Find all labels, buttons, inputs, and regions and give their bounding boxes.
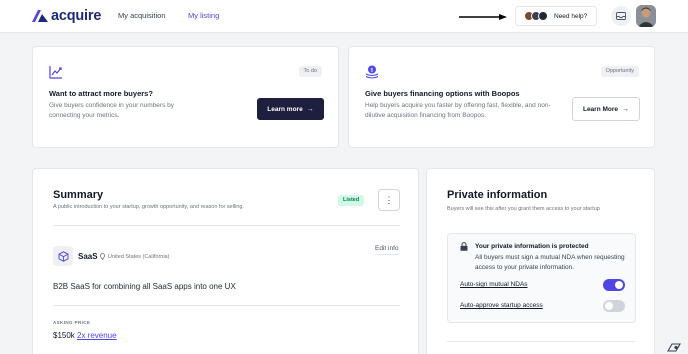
toggle-knob bbox=[615, 281, 623, 289]
chart-growth-icon bbox=[49, 66, 62, 79]
opportunity-badge: Opportunity bbox=[600, 66, 639, 77]
kebab-menu-icon: ⋮ bbox=[384, 194, 394, 205]
protected-description: All buyers must sign a mutual NDA when r… bbox=[475, 254, 625, 271]
divider bbox=[53, 305, 400, 306]
private-info-title: Private information bbox=[447, 189, 548, 201]
auto-approve-access-toggle[interactable] bbox=[603, 300, 625, 312]
acquire-logo-icon bbox=[32, 10, 48, 22]
divider bbox=[53, 225, 400, 226]
edit-info-link[interactable]: Edit info bbox=[375, 245, 399, 255]
financing-promo-card: $ Opportunity Give buyers financing opti… bbox=[348, 46, 655, 148]
private-information-card: Private information Buyers will see this… bbox=[426, 168, 655, 354]
helper-avatar bbox=[538, 11, 548, 21]
coin-stack-icon: $ bbox=[365, 65, 379, 79]
auto-sign-nda-toggle[interactable] bbox=[603, 279, 625, 291]
location-pin-icon bbox=[100, 253, 105, 260]
summary-description: A public introduction to your startup, g… bbox=[53, 204, 244, 210]
arrow-right-icon: → bbox=[622, 105, 630, 113]
acquire-logo[interactable]: acquire bbox=[32, 8, 102, 24]
summary-card: Summary A public introduction to your st… bbox=[32, 168, 419, 354]
saas-category-icon bbox=[53, 246, 73, 266]
todo-badge: To do bbox=[298, 66, 322, 77]
top-header: acquire My acquisition My listing Need h… bbox=[0, 0, 688, 33]
protected-title: Your private information is protected bbox=[475, 243, 589, 250]
auto-sign-nda-label[interactable]: Auto-sign mutual NDAs bbox=[460, 281, 528, 288]
protection-notice: Your private information is protected Al… bbox=[447, 233, 636, 323]
learn-more-label: Learn more bbox=[267, 105, 303, 113]
lock-icon bbox=[460, 242, 468, 251]
more-options-button[interactable]: ⋮ bbox=[378, 189, 400, 211]
learn-more-button[interactable]: Learn More → bbox=[572, 97, 640, 121]
asking-price-value: $150k bbox=[53, 331, 75, 340]
need-help-label: Need help? bbox=[554, 12, 588, 20]
user-avatar[interactable] bbox=[636, 5, 656, 27]
metrics-promo-card: To do Want to attract more buyers? Give … bbox=[32, 46, 339, 148]
nav-my-listing[interactable]: My listing bbox=[188, 11, 219, 20]
listed-badge: Listed bbox=[338, 195, 365, 206]
revenue-multiple-link[interactable]: 2x revenue bbox=[77, 331, 117, 340]
learn-more-label: Learn More bbox=[582, 105, 619, 113]
inbox-button[interactable] bbox=[611, 6, 631, 26]
location: United States (California) bbox=[100, 253, 169, 260]
asking-price-label: ASKING PRICE bbox=[53, 320, 91, 325]
promo-title: Give buyers financing options with Boopo… bbox=[365, 89, 520, 98]
user-avatar-image bbox=[636, 5, 656, 27]
learn-more-button[interactable]: Learn more → bbox=[257, 98, 324, 120]
chat-support-icon[interactable] bbox=[667, 342, 681, 352]
promo-description: Give buyers confidence in your numbers b… bbox=[49, 102, 175, 119]
arrow-right-icon: → bbox=[306, 105, 314, 113]
help-avatars bbox=[524, 11, 548, 21]
private-info-description: Buyers will see this after you grant the… bbox=[447, 206, 600, 212]
arrow-right-icon bbox=[459, 14, 507, 20]
promo-title: Want to attract more buyers? bbox=[49, 89, 153, 98]
divider bbox=[447, 341, 636, 342]
brand-name: acquire bbox=[51, 8, 102, 24]
need-help-button[interactable]: Need help? bbox=[515, 6, 597, 26]
summary-title: Summary bbox=[53, 189, 104, 201]
nav-my-acquisition[interactable]: My acquisition bbox=[118, 11, 166, 20]
category-label: SaaS bbox=[78, 252, 98, 261]
cube-icon bbox=[58, 250, 68, 262]
svg-text:$: $ bbox=[370, 68, 373, 74]
location-text: United States (California) bbox=[108, 253, 170, 260]
inbox-icon bbox=[616, 12, 626, 20]
toggle-knob bbox=[605, 302, 613, 310]
startup-tagline: B2B SaaS for combining all SaaS apps int… bbox=[53, 282, 236, 291]
promo-description: Help buyers acquire you faster by offeri… bbox=[365, 102, 551, 119]
auto-approve-access-label[interactable]: Auto-approve startup access bbox=[460, 302, 543, 309]
